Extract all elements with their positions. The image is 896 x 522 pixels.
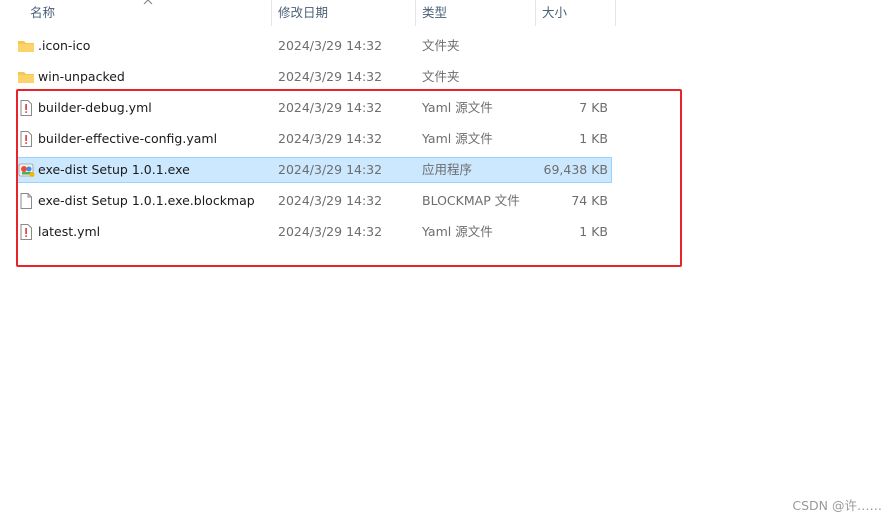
column-divider[interactable] [615,0,616,26]
column-header-type[interactable]: 类型 [422,0,447,26]
column-header-bar: 名称 修改日期 类型 大小 [0,0,896,26]
file-modified: 2024/3/29 14:32 [278,38,383,53]
column-header-modified[interactable]: 修改日期 [278,0,328,26]
watermark: CSDN @许…… [792,498,882,513]
highlight-annotation-box [16,89,682,267]
file-type: 文件夹 [422,38,460,53]
column-divider[interactable] [535,0,536,26]
column-header-size[interactable]: 大小 [542,0,567,26]
file-modified: 2024/3/29 14:32 [278,69,383,84]
folder-icon [18,72,34,83]
file-row[interactable]: .icon-ico 2024/3/29 14:32 文件夹 [16,33,612,59]
folder-icon [18,41,34,52]
file-type: 文件夹 [422,69,460,84]
column-header-name[interactable]: 名称 [30,0,55,26]
sort-ascending-icon [143,0,153,5]
file-row[interactable]: win-unpacked 2024/3/29 14:32 文件夹 [16,64,612,90]
column-divider[interactable] [415,0,416,26]
column-divider[interactable] [271,0,272,26]
file-name: win-unpacked [38,69,125,84]
file-name: .icon-ico [38,38,91,53]
